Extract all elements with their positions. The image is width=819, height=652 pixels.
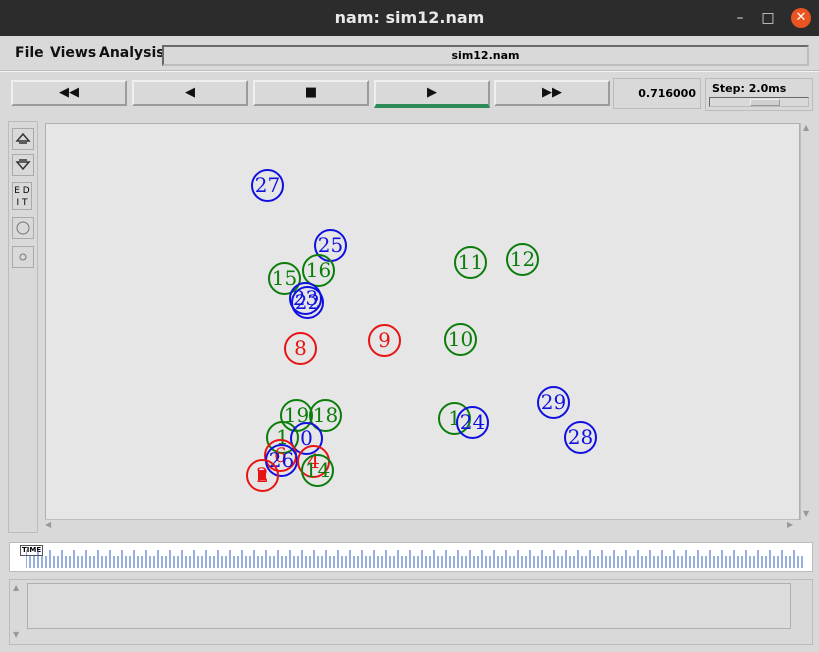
annotation-list[interactable] (27, 583, 791, 629)
step-back-button[interactable]: ◀ (132, 80, 248, 106)
window-titlebar: nam: sim12.nam – □ ✕ (0, 0, 819, 36)
close-button[interactable]: ✕ (791, 8, 811, 28)
node-14[interactable]: 14 (301, 454, 334, 487)
annotation-scroll-down-icon[interactable]: ▼ (13, 630, 19, 639)
node-29[interactable]: 29 (537, 386, 570, 419)
zoom-in-icon[interactable] (12, 128, 34, 150)
node-24[interactable]: 24 (456, 406, 489, 439)
stop-button[interactable]: ■ (253, 80, 369, 106)
node-10[interactable]: 10 (444, 323, 477, 356)
network-canvas[interactable]: 2725161523221112891019181062641421242928 (45, 123, 800, 520)
edit-button[interactable]: E D I T (12, 182, 32, 210)
step-label: Step: 2.0ms (712, 82, 787, 95)
scroll-down-arrow-icon[interactable]: ▼ (803, 509, 809, 518)
annotation-panel: ▲ ▼ (9, 579, 813, 645)
packet (258, 470, 266, 480)
node-22[interactable]: 22 (291, 286, 324, 319)
zoom-out-icon[interactable] (12, 154, 34, 176)
step-slider-thumb[interactable] (750, 99, 780, 106)
rewind-button[interactable]: ◀◀ (11, 80, 127, 106)
timeline-ticks (26, 550, 803, 568)
play-button[interactable]: ▶ (374, 80, 490, 108)
current-time: 0.716000 (613, 78, 701, 109)
scroll-up-arrow-icon[interactable]: ▲ (803, 123, 809, 132)
scroll-right-arrow-icon[interactable]: ▶ (787, 520, 793, 529)
menu-analysis[interactable]: Analysis (99, 45, 165, 61)
node-12[interactable]: 12 (506, 243, 539, 276)
node-11[interactable]: 11 (454, 246, 487, 279)
annotation-scroll-up-icon[interactable]: ▲ (13, 583, 19, 592)
window-title: nam: sim12.nam (334, 8, 485, 27)
horizontal-scrollbar[interactable]: ◀ ▶ (45, 519, 798, 531)
step-slider[interactable] (709, 97, 809, 107)
maximize-button[interactable]: □ (758, 8, 778, 28)
timeline-slider[interactable]: TIME (9, 542, 813, 572)
node-8[interactable]: 8 (284, 332, 317, 365)
node-9[interactable]: 9 (368, 324, 401, 357)
menu-views[interactable]: Views (50, 45, 96, 61)
vertical-scrollbar[interactable]: ▲ ▼ (800, 123, 813, 520)
step-control: Step: 2.0ms (705, 78, 813, 111)
filename-display: sim12.nam (162, 45, 809, 66)
small-node-tool-icon[interactable] (12, 246, 34, 268)
node-tool-icon[interactable] (12, 217, 34, 239)
minimize-button[interactable]: – (730, 8, 750, 28)
node-27[interactable]: 27 (251, 169, 284, 202)
scroll-left-arrow-icon[interactable]: ◀ (45, 520, 51, 529)
tool-column: E D I T (8, 121, 38, 533)
fast-forward-button[interactable]: ▶▶ (494, 80, 610, 106)
node-28[interactable]: 28 (564, 421, 597, 454)
menu-file[interactable]: File (15, 45, 44, 61)
